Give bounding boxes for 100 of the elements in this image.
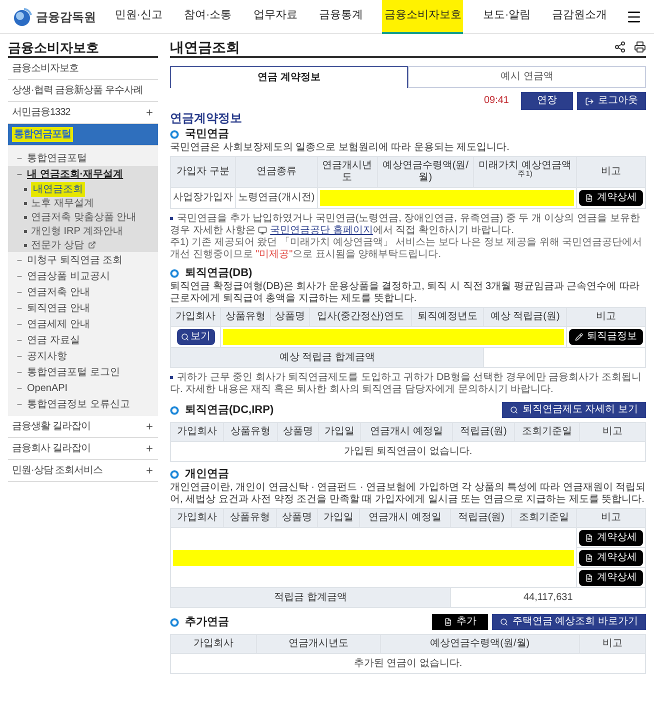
homepage-link[interactable]: 국민연금공단 홈페이지: [270, 225, 373, 236]
nav-link[interactable]: 금감원소개: [550, 0, 610, 34]
section-description: 개인연금이란, 개인이 연금신탁 · 연금펀드 · 연금보험에 가입하면 각 상품의 특성에 따라 연금재원이 적립되어, 세법상 요건과 사전 약정 조건을 만족할 때 가입자에게 일시금 또는 연금으로 지급하는 제도를 뜻합니다.: [170, 482, 646, 506]
logo-text[interactable]: 금융감독원: [36, 8, 96, 26]
section-description: 퇴직연금 확정급여형(DB)은 회사가 운용상품을 결정하고, 퇴직 시 직전 3개월 평균임금과 근속연수에 따라 근로자에게 퇴직급여 총액을 지급하는 제도를 뜻합니다.: [170, 281, 640, 305]
sidebar-item[interactable]: 금융생활 길라잡이: [8, 416, 158, 438]
section-title: 퇴직연금(DC,IRP): [185, 404, 274, 416]
column-header: 상품명: [270, 308, 310, 326]
sidebar-item[interactable]: 상생·협력 금융新상품 우수사례: [8, 80, 158, 102]
table-cell: 추가된 연금이 없습니다.: [170, 654, 646, 674]
table-cell: 가입된 퇴직연금이 없습니다.: [170, 442, 646, 462]
add-button[interactable]: 추가: [432, 614, 488, 630]
document-icon: [444, 618, 452, 626]
action-button[interactable]: 계약상세: [579, 190, 643, 206]
column-header: 비고: [576, 508, 646, 528]
section-title: 퇴직연금(DB): [185, 267, 252, 279]
search-icon: [180, 333, 189, 341]
view-button[interactable]: 보기: [176, 329, 215, 345]
table-cell: 44,117,631: [450, 588, 646, 608]
section-title: 개인연금: [185, 468, 229, 480]
submenu-item[interactable]: 통합연금정보 오류신고: [8, 396, 158, 412]
sidebar-item[interactable]: 민원·상담 조회서비스: [8, 460, 158, 482]
total-label: 적립금 합계금액: [170, 588, 451, 608]
submenu-item[interactable]: 퇴직연금 안내: [8, 300, 158, 316]
print-icon[interactable]: [634, 41, 646, 53]
nav-link[interactable]: 참여·소통: [182, 0, 234, 34]
column-header: 비고: [580, 634, 646, 654]
nav-link[interactable]: 금융소비자보호: [382, 0, 464, 34]
action-button[interactable]: 계약상세: [579, 530, 643, 546]
submenu-item[interactable]: 통합연금포털 로그인: [8, 364, 158, 380]
action-button[interactable]: 계약상세: [579, 550, 643, 566]
submenu-link[interactable]: 연금저축 맞춤상품 안내: [8, 210, 158, 224]
sidebar-item[interactable]: 통합연금포털: [8, 124, 158, 146]
search-icon: [500, 618, 508, 626]
submenu-item[interactable]: 연금세제 안내: [8, 316, 158, 332]
submenu-link[interactable]: 전문가 상담: [8, 238, 158, 252]
sidebar-item[interactable]: 금융소비자보호: [8, 58, 158, 80]
submenu-item[interactable]: OpenAPI: [8, 380, 158, 396]
column-header: 상품명: [277, 422, 319, 442]
column-header: 비고: [566, 308, 646, 326]
column-header: 예상 적립금(원): [484, 308, 566, 326]
submenu-item[interactable]: 연금 자료실: [8, 332, 158, 348]
table-cell: 노령연금(개시전): [236, 188, 318, 208]
column-header: 가입일: [318, 508, 360, 528]
column-header: 가입회사: [170, 508, 224, 528]
column-header: 연금개시년도: [256, 634, 380, 654]
column-header: 연금종류: [236, 156, 318, 188]
bullet-icon: [170, 376, 173, 379]
bullet-note: 귀하가 근무 중인 회사가 퇴직연금제도를 도입하고 귀하가 DB형을 선택한 경우에만 금융회사가 조회됩니다. 자세한 내용은 재직 혹은 퇴사한 회사의 퇴직연금 담당자에게 문의하시기 바랍니다.: [170, 372, 642, 396]
ring-icon: [170, 130, 179, 138]
expand-icon[interactable]: [145, 466, 154, 475]
submenu-item[interactable]: 연금상품 비교공시: [8, 268, 158, 284]
shortcut-button[interactable]: 주택연금 예상조회 바로가기: [492, 614, 646, 630]
bullet-note: 국민연금을 추가 납입하였거나 국민연금(노령연금, 장애인연금, 유족연금) 중 두 개 이상의 연금을 보유한 경우 자세한 사항은 국민연금공단 홈페이지에서 직접 확인하시기 바랍니다.: [170, 213, 641, 236]
bullet-icon: [170, 216, 173, 220]
total-label: 예상 적립금 합계금액: [170, 348, 484, 368]
column-header: 입사(중간정산)연도: [309, 308, 412, 326]
logout-button[interactable]: 로그아웃: [577, 92, 646, 110]
nav-link[interactable]: 금융통계: [316, 0, 365, 34]
submenu-link[interactable]: 내연금조회: [8, 182, 158, 196]
ring-icon: [170, 406, 179, 414]
column-header: 예상연금수령액(원/월): [380, 634, 580, 654]
table-cell: 사업장가입자: [170, 188, 236, 208]
pencil-icon: [575, 333, 583, 341]
document-icon: [585, 574, 593, 582]
column-header: 조회기준일: [512, 508, 576, 528]
document-icon: [585, 534, 593, 542]
submenu-item[interactable]: 내 연금조회·재무설계: [8, 166, 158, 182]
column-header: 비고: [576, 156, 646, 188]
submenu-link[interactable]: 노후 재무설계: [8, 196, 158, 210]
column-header: 퇴직예정년도: [411, 308, 484, 326]
submenu-item[interactable]: 통합연금포털: [8, 150, 158, 166]
sidebar-item[interactable]: 금융회사 길라잡이: [8, 438, 158, 460]
column-header: 가입회사: [170, 308, 221, 326]
section-description: 국민연금은 사회보장제도의 일종으로 보험원리에 따라 운용되는 제도입니다.: [170, 142, 510, 154]
expand-icon[interactable]: [145, 444, 154, 453]
submenu-link[interactable]: 개인형 IRP 계좌안내: [8, 224, 158, 238]
column-header: 가입자 구분: [170, 156, 236, 188]
expand-icon[interactable]: [145, 422, 154, 431]
tab[interactable]: 연금 계약정보: [170, 66, 408, 88]
nav-link[interactable]: 업무자료: [251, 0, 300, 34]
document-icon: [585, 554, 593, 562]
action-button[interactable]: 퇴직금정보: [569, 329, 643, 345]
column-header: 상품명: [276, 508, 318, 528]
nav-link[interactable]: 보도·알림: [480, 0, 533, 34]
menu-icon[interactable]: [626, 8, 642, 24]
nav-link[interactable]: 민원·신고: [112, 0, 164, 34]
tab[interactable]: 예시 연금액: [408, 66, 646, 88]
details-button[interactable]: 퇴직연금제도 자세히 보기: [502, 402, 646, 418]
external-link-icon: [88, 241, 96, 249]
column-header: 가입회사: [170, 634, 256, 654]
extend-button[interactable]: 연장: [521, 92, 573, 110]
submenu-item[interactable]: 연금저축 안내: [8, 284, 158, 300]
share-icon[interactable]: [614, 41, 626, 53]
page-title: 내연금조회: [170, 41, 240, 53]
submenu-item[interactable]: 공지사항: [8, 348, 158, 364]
expand-icon[interactable]: [145, 108, 154, 117]
submenu-item[interactable]: 미청구 퇴직연금 조회: [8, 252, 158, 268]
action-button[interactable]: 계약상세: [579, 570, 643, 586]
column-header: 조회기준일: [514, 422, 580, 442]
